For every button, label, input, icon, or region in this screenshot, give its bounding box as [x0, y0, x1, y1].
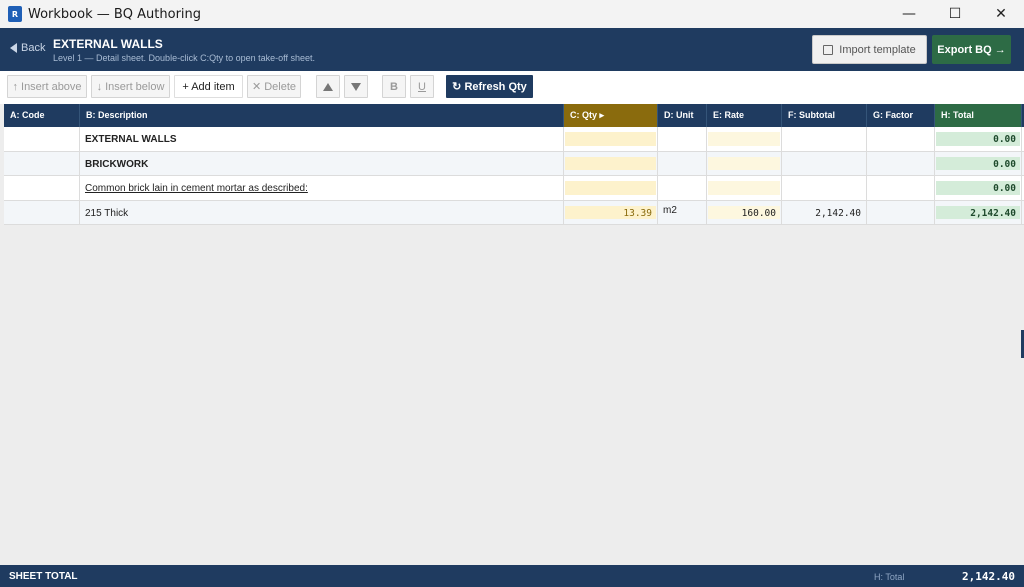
app-icon: R: [8, 6, 22, 22]
cell-description[interactable]: BRICKWORK: [80, 151, 564, 175]
app-window: R Workbook — BQ Authoring — ☐ ✕ Back EXT…: [0, 0, 1024, 587]
back-button[interactable]: Back: [10, 42, 45, 54]
maximize-button[interactable]: ☐: [932, 0, 978, 28]
cell-rate[interactable]: [707, 151, 782, 175]
cell-subtotal: [782, 151, 867, 175]
table-row[interactable]: BRICKWORK 0.00: [4, 151, 1024, 176]
cell-unit[interactable]: m2: [658, 200, 707, 224]
cell-code[interactable]: [4, 127, 80, 151]
col-header-unit[interactable]: D: Unit: [658, 104, 707, 127]
cell-total: 0.00: [935, 176, 1022, 200]
delete-button[interactable]: ✕ Delete: [247, 75, 301, 98]
cell-factor[interactable]: [867, 176, 935, 200]
minimize-button[interactable]: —: [886, 0, 932, 28]
cell-factor[interactable]: [867, 200, 935, 224]
cell-factor[interactable]: [867, 151, 935, 175]
cell-qty[interactable]: [564, 151, 658, 175]
page-title: EXTERNAL WALLS: [53, 37, 163, 51]
sheet-total-label: SHEET TOTAL: [9, 571, 78, 582]
cell-code[interactable]: [4, 151, 80, 175]
sheet-total-value: 2,142.40: [962, 570, 1015, 583]
window-title: Workbook — BQ Authoring: [28, 6, 202, 22]
col-header-description[interactable]: B: Description: [80, 104, 564, 127]
table-row[interactable]: Common brick lain in cement mortar as de…: [4, 176, 1024, 201]
arrow-up-icon: [323, 82, 333, 91]
cell-subtotal: 2,142.40: [782, 200, 867, 224]
bq-grid: A: Code B: Description C: Qty ▸ D: Unit …: [4, 104, 1024, 225]
cell-factor[interactable]: [867, 127, 935, 151]
cell-code[interactable]: [4, 200, 80, 224]
col-header-factor[interactable]: G: Factor: [867, 104, 935, 127]
export-bq-button[interactable]: Export BQ →: [932, 35, 1011, 64]
page-subtitle: Level 1 — Detail sheet. Double-click C:Q…: [53, 53, 315, 63]
col-header-qty[interactable]: C: Qty ▸: [564, 104, 658, 127]
arrow-down-icon: [351, 82, 361, 91]
title-bar: R Workbook — BQ Authoring — ☐ ✕: [0, 0, 1024, 28]
refresh-qty-button[interactable]: ↻ Refresh Qty: [446, 75, 533, 98]
table-row[interactable]: 215 Thick 13.39 m2 160.00 2,142.40 2,142…: [4, 200, 1024, 225]
cell-total: 0.00: [935, 127, 1022, 151]
insert-above-button[interactable]: ↑ Insert above: [7, 75, 87, 98]
grid-header-row: A: Code B: Description C: Qty ▸ D: Unit …: [4, 104, 1024, 127]
underline-button[interactable]: U: [410, 75, 434, 98]
cell-rate[interactable]: 160.00: [707, 200, 782, 224]
cell-description[interactable]: EXTERNAL WALLS: [80, 127, 564, 151]
back-label: Back: [21, 42, 46, 54]
cell-qty[interactable]: 13.39: [564, 200, 658, 224]
cell-subtotal: [782, 127, 867, 151]
move-up-button[interactable]: [316, 75, 340, 98]
insert-below-button[interactable]: ↓ Insert below: [91, 75, 170, 98]
htotal-label: H: Total: [874, 572, 905, 582]
table-row[interactable]: EXTERNAL WALLS 0.00: [4, 127, 1024, 152]
sheet-header: Back EXTERNAL WALLS Level 1 — Detail she…: [0, 28, 1024, 71]
cell-qty[interactable]: [564, 176, 658, 200]
import-template-button[interactable]: Import template: [812, 35, 927, 64]
col-header-rate[interactable]: E: Rate: [707, 104, 782, 127]
import-label: Import template: [839, 43, 916, 56]
cell-qty[interactable]: [564, 127, 658, 151]
cell-unit[interactable]: [658, 176, 707, 200]
back-arrow-icon: [10, 43, 17, 53]
col-header-total[interactable]: H: Total: [935, 104, 1022, 127]
move-down-button[interactable]: [344, 75, 368, 98]
cell-unit[interactable]: [658, 151, 707, 175]
cell-total: 0.00: [935, 151, 1022, 175]
close-button[interactable]: ✕: [978, 0, 1024, 28]
window-controls: — ☐ ✕: [886, 0, 1024, 28]
cell-description[interactable]: 215 Thick: [80, 200, 564, 224]
cell-description[interactable]: Common brick lain in cement mortar as de…: [80, 176, 564, 200]
cell-rate[interactable]: [707, 127, 782, 151]
cell-subtotal: [782, 176, 867, 200]
cell-code[interactable]: [4, 176, 80, 200]
status-bar: SHEET TOTAL H: Total 2,142.40: [0, 565, 1024, 587]
col-header-subtotal[interactable]: F: Subtotal: [782, 104, 867, 127]
toolbar: ↑ Insert above ↓ Insert below + Add item…: [0, 71, 1024, 104]
import-icon: [823, 44, 834, 55]
col-header-code[interactable]: A: Code: [4, 104, 80, 127]
cell-total: 2,142.40: [935, 200, 1022, 224]
cell-rate[interactable]: [707, 176, 782, 200]
add-item-button[interactable]: + Add item: [174, 75, 243, 98]
bold-button[interactable]: B: [382, 75, 406, 98]
cell-unit[interactable]: [658, 127, 707, 151]
